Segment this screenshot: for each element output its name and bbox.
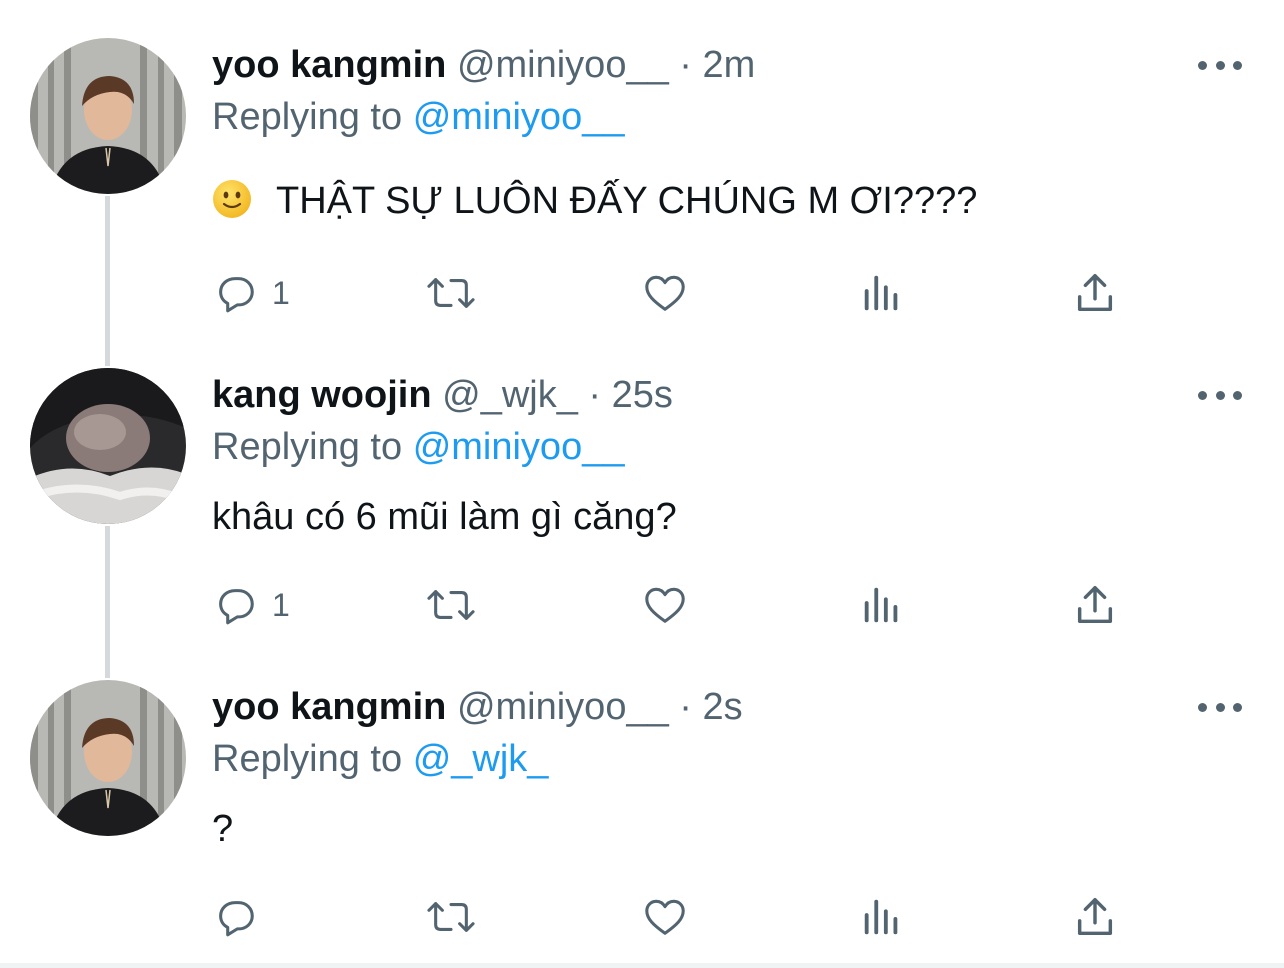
more-icon[interactable] bbox=[1198, 697, 1242, 717]
tweet-header: yoo kangmin @miniyoo__ · 2m bbox=[212, 42, 755, 88]
separator-dot: · bbox=[679, 44, 692, 86]
views-button[interactable] bbox=[860, 892, 904, 942]
separator-dot: · bbox=[679, 686, 692, 728]
tweet-text-content: ? bbox=[212, 808, 234, 850]
action-bar bbox=[212, 892, 1132, 942]
tweet-text: khâu có 6 mũi làm gì căng? bbox=[212, 494, 677, 540]
reply-icon bbox=[219, 589, 254, 625]
retweet-button[interactable] bbox=[426, 580, 476, 630]
reply-button[interactable] bbox=[212, 892, 272, 942]
mention-link[interactable]: @_wjk_ bbox=[413, 738, 549, 780]
display-name[interactable]: yoo kangmin bbox=[212, 44, 446, 86]
avatar[interactable] bbox=[30, 368, 186, 524]
tweet-text: THẬT SỰ LUÔN ĐẤY CHÚNG M ƠI???? bbox=[212, 178, 977, 224]
replying-to-prefix: Replying to bbox=[212, 738, 403, 780]
user-handle[interactable]: @miniyoo__ bbox=[457, 686, 669, 728]
timestamp[interactable]: 25s bbox=[612, 374, 673, 416]
display-name[interactable]: yoo kangmin bbox=[212, 686, 446, 728]
reply-icon bbox=[219, 277, 254, 313]
more-icon[interactable] bbox=[1198, 55, 1242, 75]
reply-button[interactable]: 1 bbox=[212, 580, 290, 630]
views-button[interactable] bbox=[860, 268, 904, 318]
tweet-text-content: THẬT SỰ LUÔN ĐẤY CHÚNG M ƠI???? bbox=[276, 180, 978, 222]
views-icon bbox=[864, 275, 898, 311]
like-button[interactable] bbox=[640, 580, 690, 630]
reply-icon bbox=[219, 901, 254, 937]
tweet[interactable]: kang woojin @_wjk_ · 25s Replying to @mi… bbox=[0, 340, 1284, 652]
views-icon bbox=[864, 587, 898, 623]
heart-icon bbox=[645, 899, 685, 935]
avatar[interactable] bbox=[30, 680, 186, 836]
separator-dot: · bbox=[588, 374, 602, 416]
replying-to-prefix: Replying to bbox=[212, 96, 403, 138]
like-button[interactable] bbox=[640, 268, 690, 318]
action-bar: 1 bbox=[212, 268, 1132, 318]
tweet-text-content: khâu có 6 mũi làm gì căng? bbox=[212, 496, 677, 538]
more-icon[interactable] bbox=[1198, 385, 1242, 405]
mention-link[interactable]: @miniyoo__ bbox=[413, 426, 625, 468]
retweet-button[interactable] bbox=[426, 892, 476, 942]
retweet-icon bbox=[427, 590, 475, 620]
replying-to-prefix: Replying to bbox=[212, 426, 403, 468]
retweet-icon bbox=[427, 278, 475, 308]
tweet-text: ? bbox=[212, 806, 233, 852]
action-bar: 1 bbox=[212, 580, 1132, 630]
views-button[interactable] bbox=[860, 580, 904, 630]
heart-icon bbox=[645, 275, 685, 311]
replying-to: Replying to @miniyoo__ bbox=[212, 94, 624, 140]
share-button[interactable] bbox=[1072, 268, 1118, 318]
share-icon bbox=[1077, 274, 1113, 312]
timestamp[interactable]: 2m bbox=[703, 44, 756, 86]
replying-to: Replying to @_wjk_ bbox=[212, 736, 548, 782]
avatar[interactable] bbox=[30, 38, 186, 194]
retweet-icon bbox=[427, 902, 475, 932]
like-button[interactable] bbox=[640, 892, 690, 942]
reply-count: 1 bbox=[272, 586, 290, 623]
display-name[interactable]: kang woojin bbox=[212, 374, 432, 416]
views-icon bbox=[864, 899, 898, 935]
heart-icon bbox=[645, 587, 685, 623]
share-button[interactable] bbox=[1072, 892, 1118, 942]
tweet[interactable]: yoo kangmin @miniyoo__ · 2m Replying to … bbox=[0, 0, 1284, 340]
share-icon bbox=[1077, 898, 1113, 936]
mention-link[interactable]: @miniyoo__ bbox=[413, 96, 625, 138]
divider bbox=[0, 963, 1284, 968]
retweet-button[interactable] bbox=[426, 268, 476, 318]
slightly-smiling-face-icon bbox=[213, 180, 251, 218]
tweet[interactable]: yoo kangmin @miniyoo__ · 2s Replying to … bbox=[0, 652, 1284, 963]
user-handle[interactable]: @_wjk_ bbox=[442, 374, 578, 416]
user-handle[interactable]: @miniyoo__ bbox=[457, 44, 669, 86]
tweet-header: kang woojin @_wjk_ · 25s bbox=[212, 372, 673, 418]
reply-count: 1 bbox=[272, 274, 290, 311]
share-icon bbox=[1077, 586, 1113, 624]
reply-button[interactable]: 1 bbox=[212, 268, 290, 318]
replying-to: Replying to @miniyoo__ bbox=[212, 424, 624, 470]
share-button[interactable] bbox=[1072, 580, 1118, 630]
tweet-header: yoo kangmin @miniyoo__ · 2s bbox=[212, 684, 743, 730]
timestamp[interactable]: 2s bbox=[703, 686, 743, 728]
